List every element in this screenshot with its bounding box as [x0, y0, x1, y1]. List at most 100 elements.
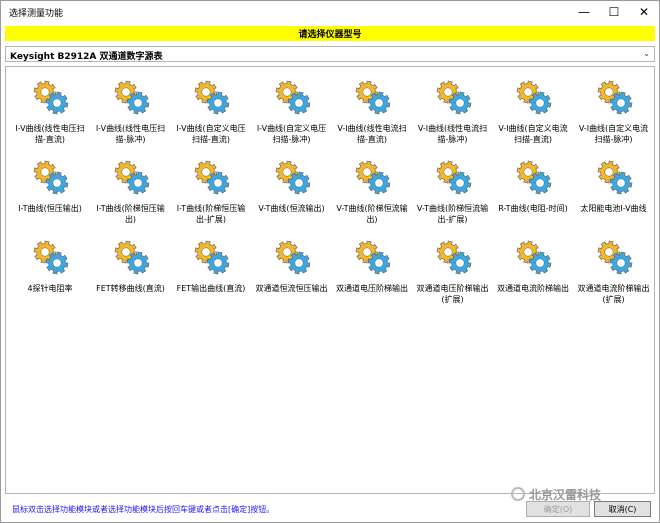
close-icon: ✕: [638, 5, 650, 19]
function-tile[interactable]: V-T曲线(恒流输出): [252, 147, 332, 227]
function-label-line2: 描-直流): [356, 135, 387, 144]
gears-icon: [436, 240, 471, 275]
gears-icon: [33, 240, 69, 275]
function-tile[interactable]: 双通道电压阶梯输出 (扩展): [413, 227, 493, 307]
function-label-line2: 扫描-直流): [191, 135, 230, 144]
gears-icon: [355, 160, 391, 195]
function-tile[interactable]: V-I曲线(线性电流扫 描-直流): [332, 67, 412, 147]
function-tile[interactable]: I-V曲线(自定义电压 扫描-直流): [171, 67, 251, 147]
function-label-line1: V-I曲线(自定义电流: [498, 124, 568, 133]
gears-icon: [516, 160, 552, 195]
function-label-line2: 扫描-直流): [513, 135, 552, 144]
function-label-line1: 双通道恒流恒压输出: [255, 284, 328, 293]
function-tile[interactable]: I-V曲线(线性电压扫 描-脉冲): [91, 67, 171, 147]
model-select-value: Keysight B2912A 双通道数字源表: [10, 52, 163, 62]
function-label: I-V曲线(自定义电压 扫描-直流): [171, 123, 251, 145]
function-label-line2: 描-直流): [34, 135, 65, 144]
function-tile[interactable]: FET转移曲线(直流): [91, 227, 171, 307]
function-label: 双通道电流阶梯输出 (扩展): [574, 283, 654, 305]
function-tile[interactable]: 双通道电流阶梯输出 (扩展): [574, 227, 654, 307]
gears-icon: [33, 80, 69, 115]
function-label-line1: 双通道电压阶梯输出: [336, 284, 408, 293]
function-label-line1: I-V曲线(线性电压扫: [95, 124, 166, 133]
gears-icon: [275, 80, 310, 115]
function-label-line2: 扫描-脉冲): [272, 135, 311, 144]
function-label: V-I曲线(自定义电流 扫描-直流): [493, 123, 573, 145]
function-tile[interactable]: V-T曲线(阶梯恒流输 出-扩展): [413, 147, 493, 227]
gears-icon: [114, 160, 149, 195]
function-tile[interactable]: 双通道电压阶梯输出: [332, 227, 412, 307]
function-label-line2: 出): [124, 215, 137, 224]
function-label-line1: I-T曲线(阶梯恒压输: [176, 204, 246, 213]
function-label-line1: V-T曲线(阶梯恒流输: [336, 204, 408, 213]
function-label-line1: V-I曲线(自定义电流: [578, 124, 649, 133]
wechat-icon: [511, 487, 525, 501]
function-label-line2: (扩展): [602, 295, 625, 304]
function-label: 双通道恒流恒压输出: [252, 283, 332, 294]
function-label: FET转移曲线(直流): [91, 283, 171, 294]
status-hint: 鼠标双击选择功能模块或者选择功能模块后按回车键或者点击[确定]按钮。: [12, 505, 275, 514]
gears-icon: [597, 160, 632, 195]
maximize-button[interactable]: ☐: [599, 1, 629, 23]
function-tile[interactable]: V-I曲线(自定义电流 扫描-直流): [493, 67, 573, 147]
function-tile[interactable]: 4探针电阻率: [10, 227, 90, 307]
function-tile[interactable]: I-V曲线(线性电压扫 描-直流): [10, 67, 90, 147]
function-tile[interactable]: V-I曲线(自定义电流 扫描-脉冲): [574, 67, 654, 147]
watermark-text: 北京汉雷科技: [529, 487, 602, 502]
chevron-down-icon[interactable]: ⌄: [643, 49, 650, 58]
gears-icon: [275, 240, 310, 275]
function-label: 4探针电阻率: [10, 283, 90, 294]
function-label-line1: 双通道电流阶梯输出: [497, 284, 569, 293]
instrument-banner: 请选择仪器型号: [5, 26, 655, 41]
function-tile[interactable]: 双通道恒流恒压输出: [252, 227, 332, 307]
function-label: V-T曲线(阶梯恒流输 出): [332, 203, 412, 225]
function-label-line1: V-T曲线(阶梯恒流输: [416, 204, 489, 213]
gears-icon: [516, 240, 552, 275]
function-label: 双通道电流阶梯输出: [493, 283, 573, 294]
function-tile[interactable]: V-I曲线(线性电流扫 描-脉冲): [413, 67, 493, 147]
maximize-icon: ☐: [608, 5, 620, 19]
function-label: I-T曲线(恒压输出): [10, 203, 90, 214]
function-label: V-I曲线(线性电流扫 描-脉冲): [413, 123, 493, 145]
function-label-line1: V-T曲线(恒流输出): [258, 204, 325, 213]
function-tile[interactable]: I-V曲线(自定义电压 扫描-脉冲): [252, 67, 332, 147]
close-button[interactable]: ✕: [629, 1, 659, 23]
function-tile[interactable]: 双通道电流阶梯输出: [493, 227, 573, 307]
function-label-line2: 描-脉冲): [437, 135, 468, 144]
gears-icon: [33, 160, 69, 195]
function-tile[interactable]: I-T曲线(恒压输出): [10, 147, 90, 227]
function-label-line2: 扫描-脉冲): [594, 135, 633, 144]
function-label: I-V曲线(线性电压扫 描-脉冲): [91, 123, 171, 145]
function-tile[interactable]: R-T曲线(电阻-时间): [493, 147, 573, 227]
ok-button[interactable]: 确定(O): [526, 501, 590, 517]
cancel-button[interactable]: 取消(C): [594, 501, 651, 517]
gears-icon: [597, 240, 632, 275]
title-bar[interactable]: 选择测量功能 — ☐ ✕: [1, 1, 659, 23]
function-label-line2: 出): [366, 215, 378, 224]
function-tile[interactable]: I-T曲线(阶梯恒压输 出): [91, 147, 171, 227]
function-label-line1: I-V曲线(自定义电压: [256, 124, 327, 133]
function-label: FET输出曲线(直流): [171, 283, 251, 294]
function-tile[interactable]: V-T曲线(阶梯恒流输 出): [332, 147, 412, 227]
minimize-button[interactable]: —: [569, 1, 599, 23]
function-tile[interactable]: FET输出曲线(直流): [171, 227, 251, 307]
window-title: 选择测量功能: [9, 9, 64, 19]
function-label-line1: I-T曲线(恒压输出): [18, 204, 82, 213]
function-label: V-I曲线(自定义电流 扫描-脉冲): [574, 123, 654, 145]
function-label-line1: I-V曲线(自定义电压: [176, 124, 246, 133]
function-label: V-I曲线(线性电流扫 描-直流): [332, 123, 412, 145]
function-label: I-T曲线(阶梯恒压输 出-扩展): [171, 203, 251, 225]
function-tile[interactable]: 太阳能电池I-V曲线: [574, 147, 654, 227]
gears-icon: [194, 160, 230, 195]
gears-icon: [597, 80, 632, 115]
gears-icon: [516, 80, 552, 115]
instrument-model-select[interactable]: Keysight B2912A 双通道数字源表 ⌄: [5, 46, 655, 62]
function-label-line1: 双通道电压阶梯输出: [416, 284, 489, 293]
function-tile[interactable]: I-T曲线(阶梯恒压输 出-扩展): [171, 147, 251, 227]
function-grid: I-V曲线(线性电压扫 描-直流) I-V曲线(线性电压扫 描-脉冲) I-V曲线(自定…: [5, 66, 655, 494]
function-label: V-T曲线(恒流输出): [252, 203, 332, 214]
function-label-line1: 双通道电流阶梯输出: [577, 284, 650, 293]
function-label-line1: FET输出曲线(直流): [176, 284, 246, 293]
gears-icon: [275, 160, 310, 195]
gears-icon: [114, 240, 149, 275]
